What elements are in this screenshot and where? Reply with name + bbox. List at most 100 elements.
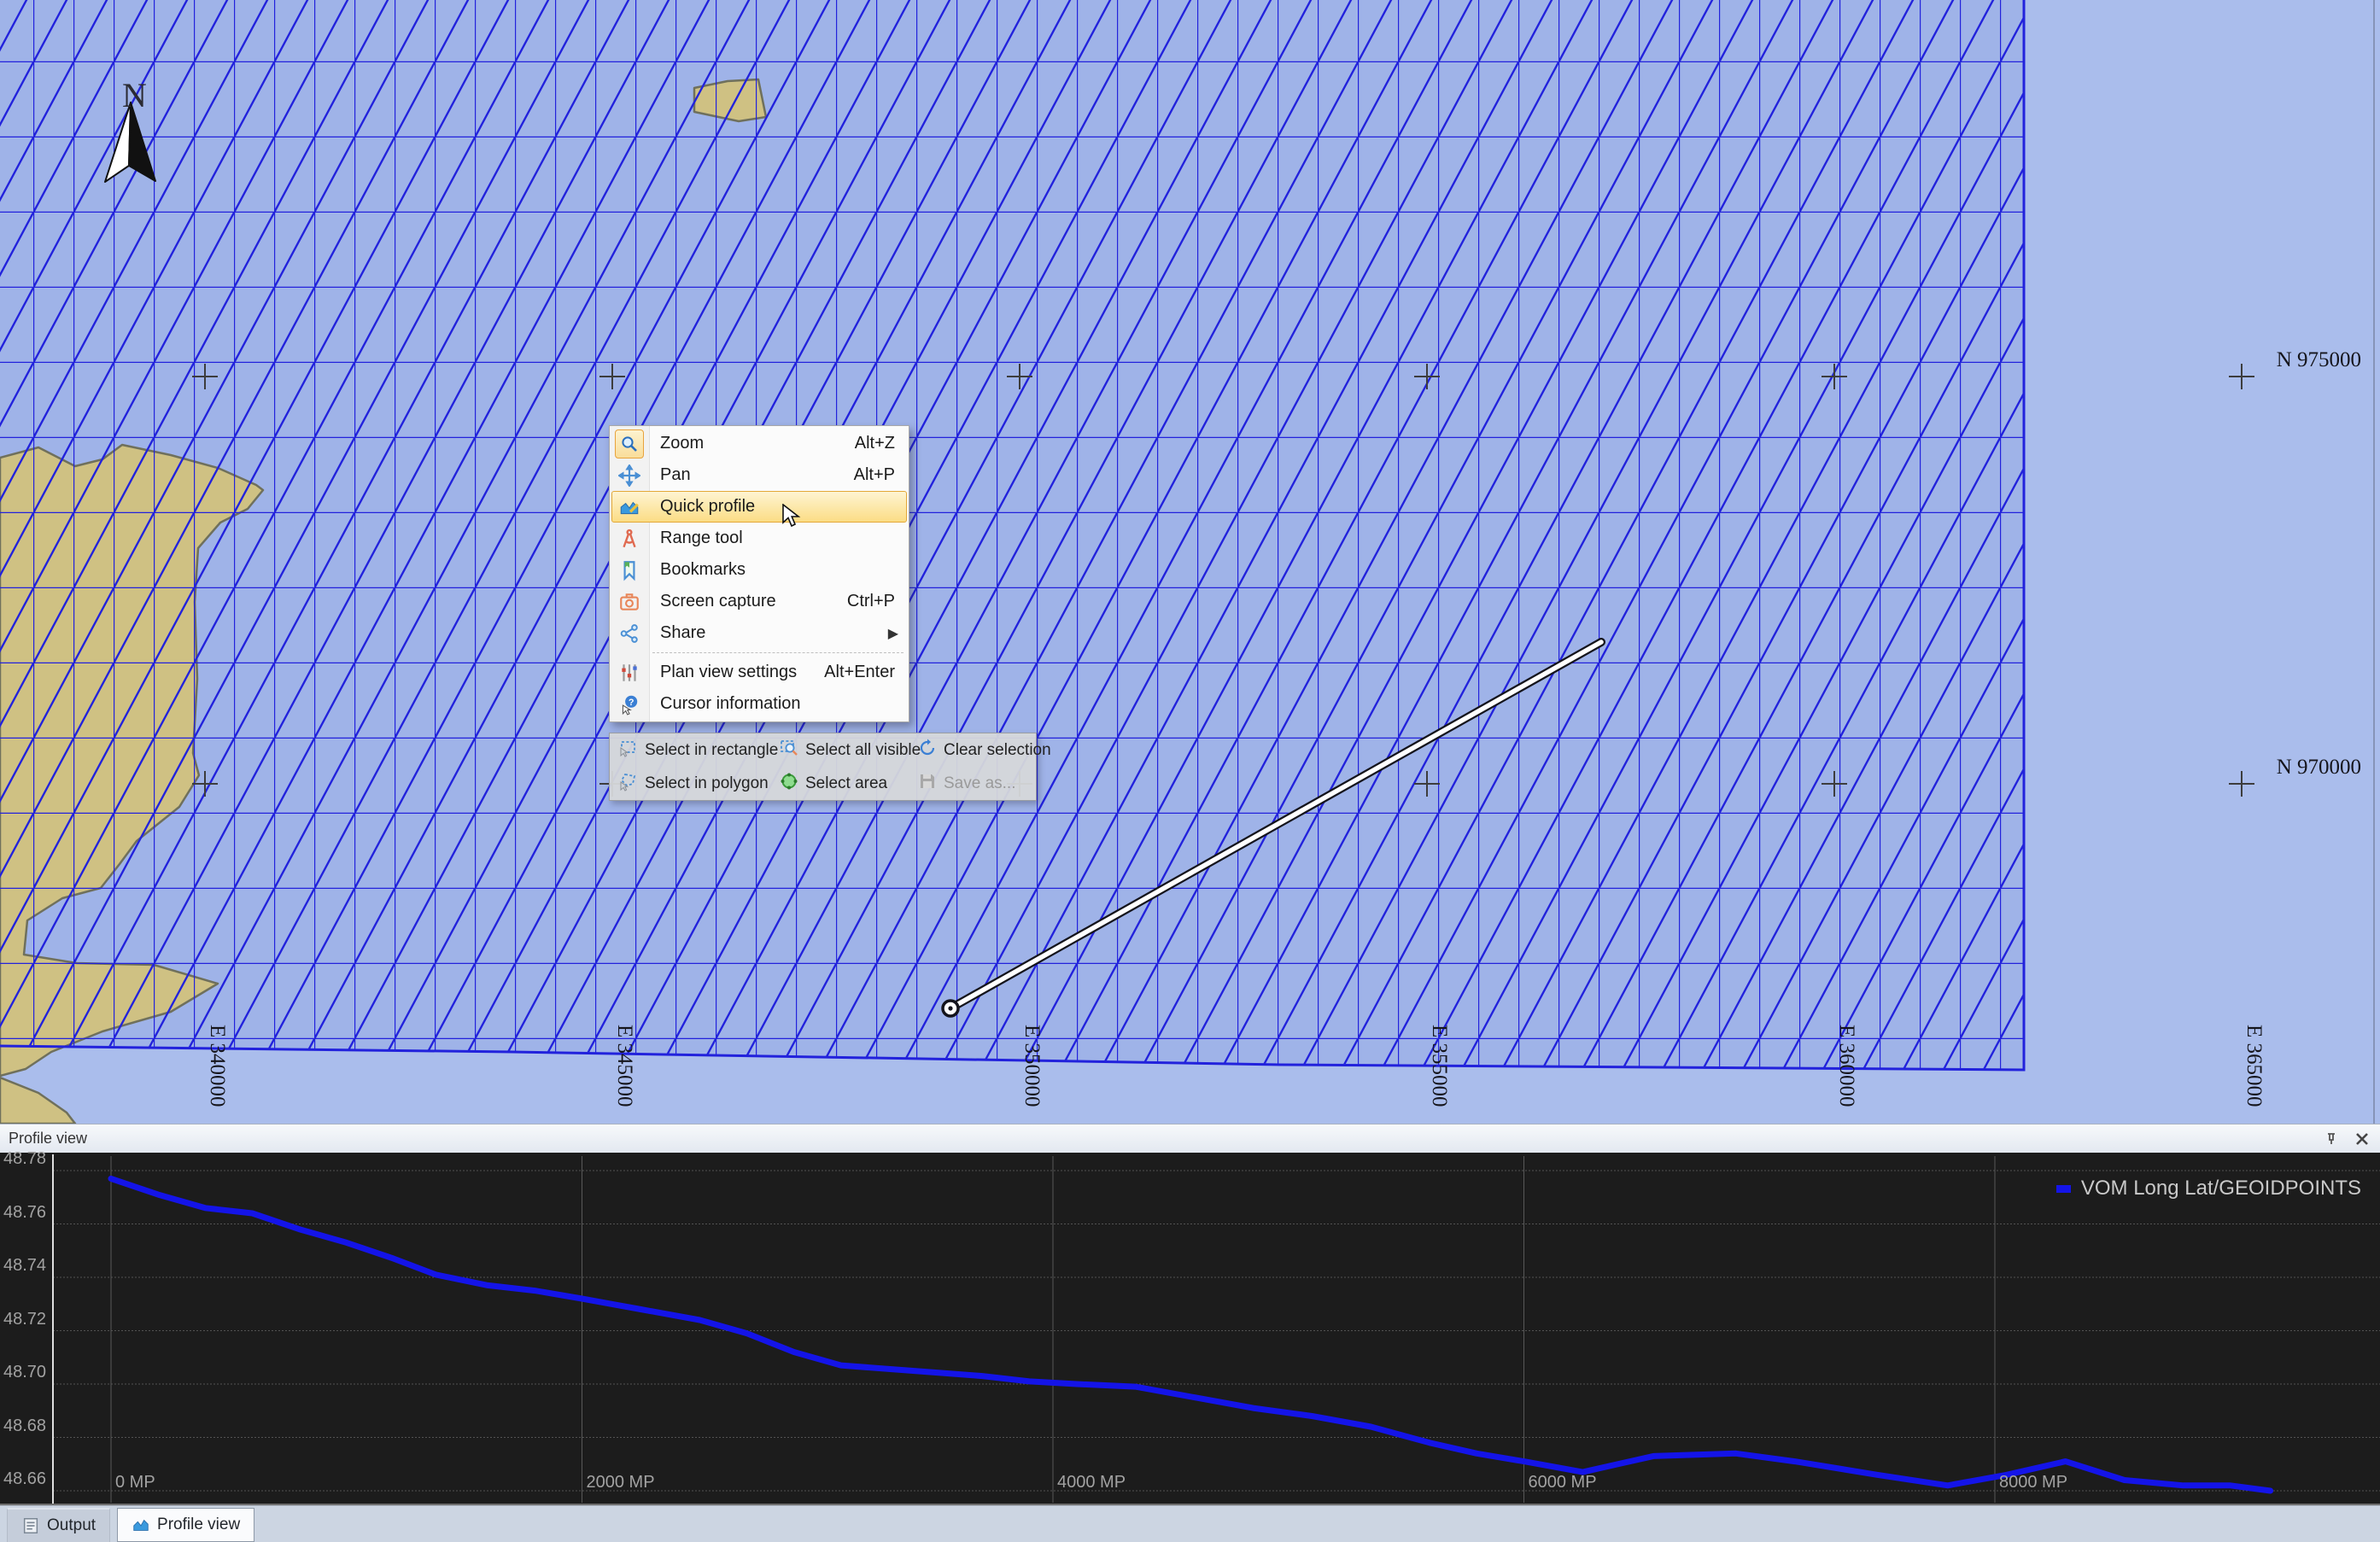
select-all-visible-icon [779, 738, 799, 763]
menu-item-pan[interactable]: PanAlt+P [610, 459, 909, 491]
cursor-information-icon: ? [610, 693, 649, 716]
profile-view-panel: Profile view 48.78 48.76 48.74 48.72 48.70 48… [0, 1124, 2380, 1505]
output-icon [21, 1516, 40, 1535]
profile-chart[interactable]: 48.7848.7648.7448.7248.7048.6848.66 0 MP… [0, 1153, 2380, 1505]
cursor-information-icon: ? [618, 693, 640, 716]
select-area-icon [779, 771, 799, 797]
select-rectangle-icon [618, 738, 639, 763]
toolbar-button-save-as: Save as... [909, 771, 1036, 797]
screen-capture-icon [610, 591, 649, 613]
profile-chart-canvas [0, 1153, 2380, 1505]
tab-label: Output [47, 1516, 96, 1535]
pan-icon [610, 464, 649, 487]
menu-item-quick-profile[interactable]: Quick profile [610, 491, 909, 523]
plan-view-settings-icon [610, 662, 649, 684]
mesh-canvas [0, 0, 2380, 1124]
range-tool-icon [618, 528, 640, 550]
chart-legend: VOM Long Lat/GEOIDPOINTS [2056, 1177, 2361, 1200]
profile-panel-title: Profile view [0, 1130, 2319, 1148]
quick-profile-icon [618, 496, 640, 518]
toolbar-button-select-area[interactable]: Select area [770, 771, 909, 797]
menu-separator [610, 649, 909, 657]
y-axis-tick-label: 48.76 [3, 1203, 46, 1223]
menu-item-shortcut: Alt+Enter [824, 663, 909, 682]
range-tool-icon [610, 528, 649, 550]
easting-label: E 350000 [1020, 1025, 1044, 1107]
menu-item-share[interactable]: Share▶ [610, 617, 909, 649]
pan-icon [618, 464, 640, 487]
easting-label: E 355000 [1427, 1025, 1451, 1107]
profile-view-icon [132, 1516, 150, 1534]
menu-item-label: Range tool [649, 529, 909, 548]
menu-item-screen-capture[interactable]: Screen captureCtrl+P [610, 586, 909, 617]
menu-item-zoom[interactable]: ZoomAlt+Z [610, 428, 909, 459]
toolbar-button-select-in-polygon[interactable]: Select in polygon [610, 771, 770, 797]
profile-data-line [111, 1178, 2271, 1491]
toolbar-button-label: Select area [805, 774, 887, 793]
menu-item-label: Quick profile [649, 497, 909, 517]
menu-item-plan-view-settings[interactable]: Plan view settingsAlt+Enter [610, 657, 909, 688]
toolbar-button-label: Select in polygon [645, 774, 769, 793]
pin-icon [2324, 1131, 2339, 1147]
map-context-menu: ZoomAlt+ZPanAlt+PQuick profileRange tool… [609, 425, 909, 722]
menu-item-label: Bookmarks [649, 560, 909, 580]
share-icon [618, 622, 640, 645]
menu-item-cursor-information[interactable]: ? Cursor information [610, 688, 909, 720]
menu-item-label: Share [649, 623, 888, 643]
tab-profile-view[interactable]: Profile view [117, 1508, 254, 1542]
easting-label: E 360000 [1834, 1025, 1858, 1107]
toolbar-button-select-all-visible[interactable]: Select all visible [770, 738, 909, 763]
menu-item-label: Screen capture [649, 592, 847, 611]
menu-item-label: Pan [649, 465, 854, 485]
legend-line-marker [2056, 1185, 2071, 1193]
toolbar-button-label: Select all visible [805, 741, 921, 760]
toolbar-button-label: Clear selection [944, 741, 1051, 760]
menu-item-range-tool[interactable]: Range tool [610, 523, 909, 554]
map-plan-view[interactable]: N N 975000N 970000 E 340000E 345000E 350… [0, 0, 2380, 1124]
menu-item-shortcut: Alt+Z [855, 434, 909, 453]
map-edge-line [2373, 0, 2375, 1124]
easting-label: E 340000 [205, 1025, 229, 1107]
y-axis-tick-label: 48.72 [3, 1310, 46, 1329]
y-axis-tick-label: 48.74 [3, 1256, 46, 1276]
northing-label: N 975000 [2277, 348, 2361, 372]
legend-series-label: VOM Long Lat/GEOIDPOINTS [2081, 1177, 2361, 1200]
menu-item-label: Plan view settings [649, 663, 824, 682]
bookmarks-icon [610, 559, 649, 581]
y-axis-tick-label: 48.68 [3, 1416, 46, 1436]
menu-item-shortcut: Alt+P [854, 465, 909, 485]
menu-item-bookmarks[interactable]: Bookmarks [610, 554, 909, 586]
y-axis-tick-label: 48.70 [3, 1363, 46, 1382]
tab-label: Profile view [157, 1516, 240, 1534]
x-axis-tick-label: 4000 MP [1057, 1473, 1126, 1492]
x-axis-tick-label: 6000 MP [1529, 1473, 1597, 1492]
selection-toolbar: Select in rectangleSelect all visibleCle… [609, 733, 1037, 801]
menu-item-shortcut: Ctrl+P [847, 592, 909, 611]
northing-label: N 970000 [2277, 756, 2361, 780]
x-axis-tick-label: 0 MP [115, 1473, 155, 1492]
y-axis-tick-label: 48.78 [3, 1149, 46, 1169]
application-window: N N 975000N 970000 E 340000E 345000E 350… [0, 0, 2380, 1542]
share-icon [610, 622, 649, 645]
toolbar-button-clear-selection[interactable]: Clear selection [909, 738, 1036, 763]
plan-view-settings-icon [618, 662, 640, 684]
zoom-icon [615, 429, 644, 459]
bookmarks-icon [618, 559, 640, 581]
north-arrow-label: N [122, 75, 147, 115]
close-panel-button[interactable] [2349, 1128, 2375, 1150]
clear-selection-icon [917, 738, 938, 763]
svg-text:?: ? [629, 698, 634, 708]
toolbar-button-label: Save as... [944, 774, 1016, 793]
menu-item-label: Cursor information [649, 694, 909, 714]
toolbar-button-select-in-rectangle[interactable]: Select in rectangle [610, 738, 770, 763]
x-axis-tick-label: 2000 MP [587, 1473, 655, 1492]
tab-output[interactable]: Output [7, 1508, 110, 1542]
bottom-tab-strip: Output Profile view [0, 1505, 2380, 1542]
close-icon [2355, 1132, 2369, 1146]
mouse-cursor-icon [781, 504, 804, 529]
zoom-icon [610, 429, 649, 459]
pin-panel-button[interactable] [2319, 1128, 2344, 1150]
menu-item-label: Zoom [649, 434, 855, 453]
x-axis-tick-label: 8000 MP [1999, 1473, 2067, 1492]
screen-capture-icon [618, 591, 640, 613]
